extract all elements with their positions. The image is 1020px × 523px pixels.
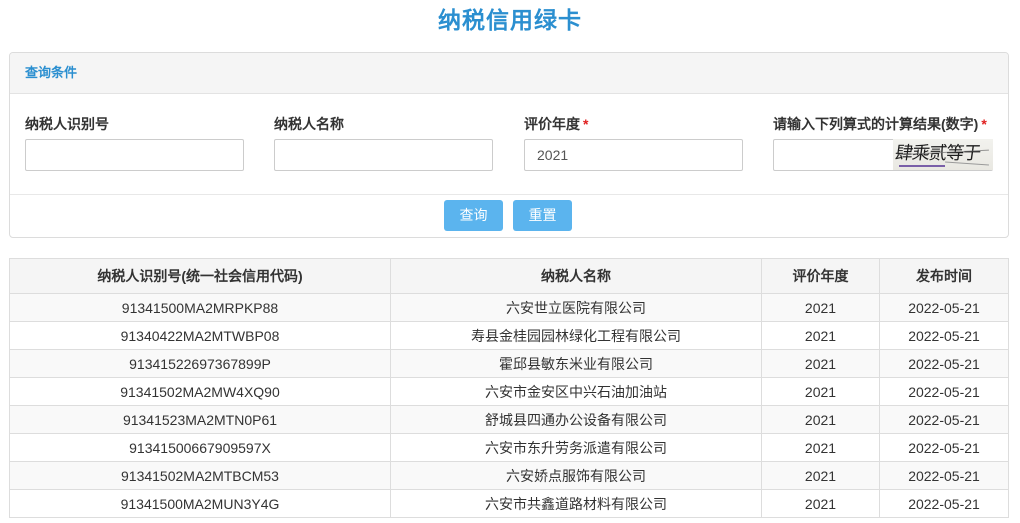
required-mark: * bbox=[583, 116, 589, 132]
table-row: 91340422MA2MTWBP08 寿县金桂园园林绿化工程有限公司 2021 … bbox=[9, 321, 1009, 350]
results-table: 纳税人识别号(统一社会信用代码) 纳税人名称 评价年度 发布时间 9134150… bbox=[9, 258, 1009, 518]
taxpayer-id-input[interactable] bbox=[25, 139, 244, 171]
captcha-noise-line bbox=[899, 165, 945, 167]
cell-publish-date: 2022-05-21 bbox=[879, 405, 1009, 434]
rating-year-input[interactable] bbox=[524, 139, 743, 171]
captcha-answer-label: 请输入下列算式的计算结果(数字) * bbox=[773, 115, 987, 133]
cell-taxpayer-name: 舒城县四通办公设备有限公司 bbox=[390, 405, 762, 434]
table-row: 91341522697367899P 霍邱县敏东米业有限公司 2021 2022… bbox=[9, 349, 1009, 378]
cell-rating-year: 2021 bbox=[761, 489, 880, 518]
rating-year-label: 评价年度 * bbox=[524, 115, 588, 133]
table-row: 91341500MA2MUN3Y4G 六安市共鑫道路材料有限公司 2021 20… bbox=[9, 489, 1009, 518]
cell-rating-year: 2021 bbox=[761, 349, 880, 378]
cell-rating-year: 2021 bbox=[761, 321, 880, 350]
cell-taxpayer-id: 91341522697367899P bbox=[9, 349, 391, 378]
required-mark: * bbox=[981, 116, 987, 132]
taxpayer-id-label: 纳税人识别号 bbox=[25, 115, 109, 133]
cell-taxpayer-id: 91341500MA2MRPKP88 bbox=[9, 293, 391, 322]
page: 纳税信用绿卡 查询条件 纳税人识别号 纳税人名称 评价年度* 请输入下列算式的计… bbox=[0, 0, 1020, 523]
table-row: 91341500667909597X 六安市东升劳务派遣有限公司 2021 20… bbox=[9, 433, 1009, 462]
cell-rating-year: 2021 bbox=[761, 377, 880, 406]
cell-rating-year: 2021 bbox=[761, 433, 880, 462]
query-panel: 查询条件 纳税人识别号 纳税人名称 评价年度* 请输入下列算式的计算结果(数字)… bbox=[9, 52, 1009, 238]
cell-taxpayer-name: 六安市共鑫道路材料有限公司 bbox=[390, 489, 762, 518]
cell-taxpayer-name: 六安娇点服饰有限公司 bbox=[390, 461, 762, 490]
column-header-taxpayer-name: 纳税人名称 bbox=[390, 258, 762, 294]
cell-taxpayer-name: 霍邱县敏东米业有限公司 bbox=[390, 349, 762, 378]
form-divider bbox=[10, 194, 1008, 195]
cell-publish-date: 2022-05-21 bbox=[879, 489, 1009, 518]
cell-taxpayer-id: 91341502MA2MTBCM53 bbox=[9, 461, 391, 490]
cell-publish-date: 2022-05-21 bbox=[879, 349, 1009, 378]
cell-taxpayer-name: 六安市东升劳务派遣有限公司 bbox=[390, 433, 762, 462]
cell-publish-date: 2022-05-21 bbox=[879, 293, 1009, 322]
cell-rating-year: 2021 bbox=[761, 293, 880, 322]
taxpayer-name-label: 纳税人名称 bbox=[274, 115, 344, 133]
cell-taxpayer-name: 寿县金桂园园林绿化工程有限公司 bbox=[390, 321, 762, 350]
column-header-publish-date: 发布时间 bbox=[879, 258, 1009, 294]
column-header-rating-year: 评价年度 bbox=[761, 258, 880, 294]
cell-taxpayer-id: 91341500MA2MUN3Y4G bbox=[9, 489, 391, 518]
rating-year-label-text: 评价年度 bbox=[524, 116, 580, 132]
cell-taxpayer-name: 六安世立医院有限公司 bbox=[390, 293, 762, 322]
cell-taxpayer-id: 91341502MA2MW4XQ90 bbox=[9, 377, 391, 406]
column-header-taxpayer-id: 纳税人识别号(统一社会信用代码) bbox=[9, 258, 391, 294]
reset-button[interactable]: 重置 bbox=[513, 200, 572, 231]
captcha-answer-label-text: 请输入下列算式的计算结果(数字) bbox=[773, 116, 979, 132]
table-row: 91341502MA2MW4XQ90 六安市金安区中兴石油加油站 2021 20… bbox=[9, 377, 1009, 406]
cell-publish-date: 2022-05-21 bbox=[879, 433, 1009, 462]
query-button[interactable]: 查询 bbox=[444, 200, 503, 231]
cell-taxpayer-id: 91341523MA2MTN0P61 bbox=[9, 405, 391, 434]
taxpayer-name-input[interactable] bbox=[274, 139, 493, 171]
cell-taxpayer-name: 六安市金安区中兴石油加油站 bbox=[390, 377, 762, 406]
cell-publish-date: 2022-05-21 bbox=[879, 461, 1009, 490]
table-header-row: 纳税人识别号(统一社会信用代码) 纳税人名称 评价年度 发布时间 bbox=[9, 258, 1009, 294]
table-row: 91341523MA2MTN0P61 舒城县四通办公设备有限公司 2021 20… bbox=[9, 405, 1009, 434]
page-title: 纳税信用绿卡 bbox=[438, 7, 582, 33]
cell-rating-year: 2021 bbox=[761, 461, 880, 490]
cell-publish-date: 2022-05-21 bbox=[879, 377, 1009, 406]
query-panel-heading: 查询条件 bbox=[10, 53, 1008, 94]
cell-taxpayer-id: 91341500667909597X bbox=[9, 433, 391, 462]
table-row: 91341502MA2MTBCM53 六安娇点服饰有限公司 2021 2022-… bbox=[9, 461, 1009, 490]
table-row: 91341500MA2MRPKP88 六安世立医院有限公司 2021 2022-… bbox=[9, 293, 1009, 322]
taxpayer-id-label-text: 纳税人识别号 bbox=[25, 116, 109, 132]
cell-publish-date: 2022-05-21 bbox=[879, 321, 1009, 350]
taxpayer-name-label-text: 纳税人名称 bbox=[274, 116, 344, 132]
cell-taxpayer-id: 91340422MA2MTWBP08 bbox=[9, 321, 391, 350]
captcha-image[interactable]: 肆乘贰等于 bbox=[893, 139, 993, 170]
cell-rating-year: 2021 bbox=[761, 405, 880, 434]
